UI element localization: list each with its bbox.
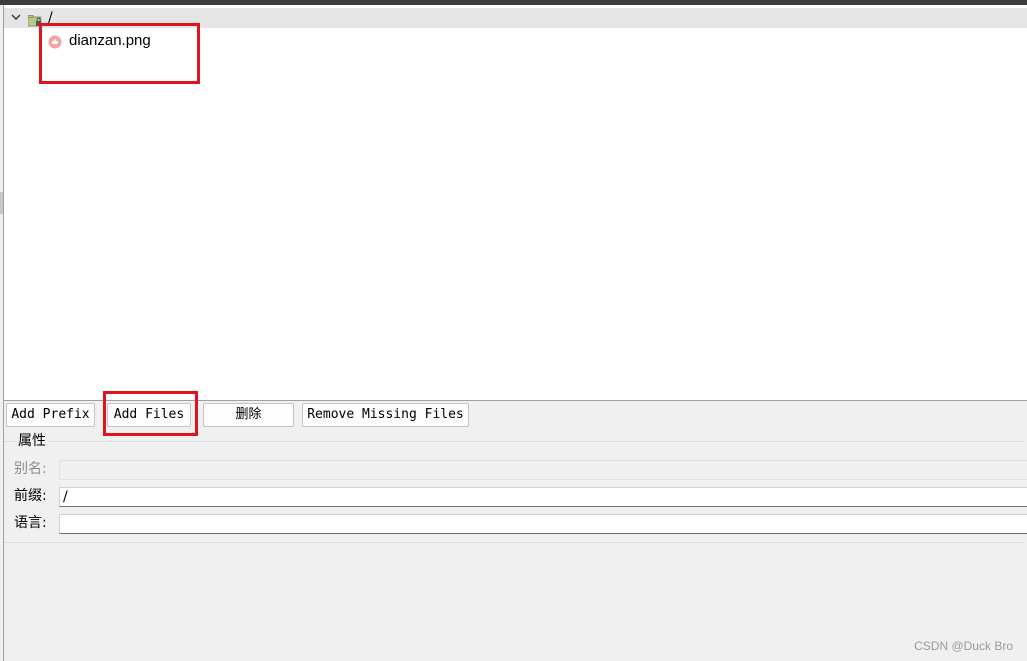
- prefix-field[interactable]: [59, 487, 1027, 507]
- chevron-down-icon[interactable]: [9, 8, 23, 28]
- folder-lock-icon: [27, 12, 42, 27]
- add-files-button[interactable]: Add Files: [107, 403, 191, 427]
- tree-root-row[interactable]: /: [4, 8, 1027, 28]
- prefix-label: 前缀:: [14, 488, 47, 504]
- group-divider: [4, 441, 1024, 442]
- tree-file-item[interactable]: dianzan.png: [46, 31, 246, 51]
- tree-root-label: /: [48, 10, 53, 26]
- properties-panel: Add Prefix Add Files 删除 Remove Missing F…: [3, 400, 1027, 661]
- remove-missing-files-button[interactable]: Remove Missing Files: [302, 403, 469, 427]
- tree-file-label: dianzan.png: [69, 32, 151, 49]
- panel-separator: [4, 542, 1024, 543]
- properties-group-title: 属性: [16, 432, 48, 450]
- alias-label: 别名:: [14, 461, 47, 477]
- image-file-icon: [48, 34, 62, 49]
- resource-tree[interactable]: / dianzan.png: [3, 5, 1027, 400]
- language-field[interactable]: [59, 514, 1027, 534]
- delete-button[interactable]: 删除: [203, 403, 294, 427]
- language-label: 语言:: [14, 515, 47, 531]
- add-prefix-button[interactable]: Add Prefix: [6, 403, 95, 427]
- watermark-text: CSDN @Duck Bro: [914, 639, 1013, 653]
- alias-field: [59, 460, 1027, 480]
